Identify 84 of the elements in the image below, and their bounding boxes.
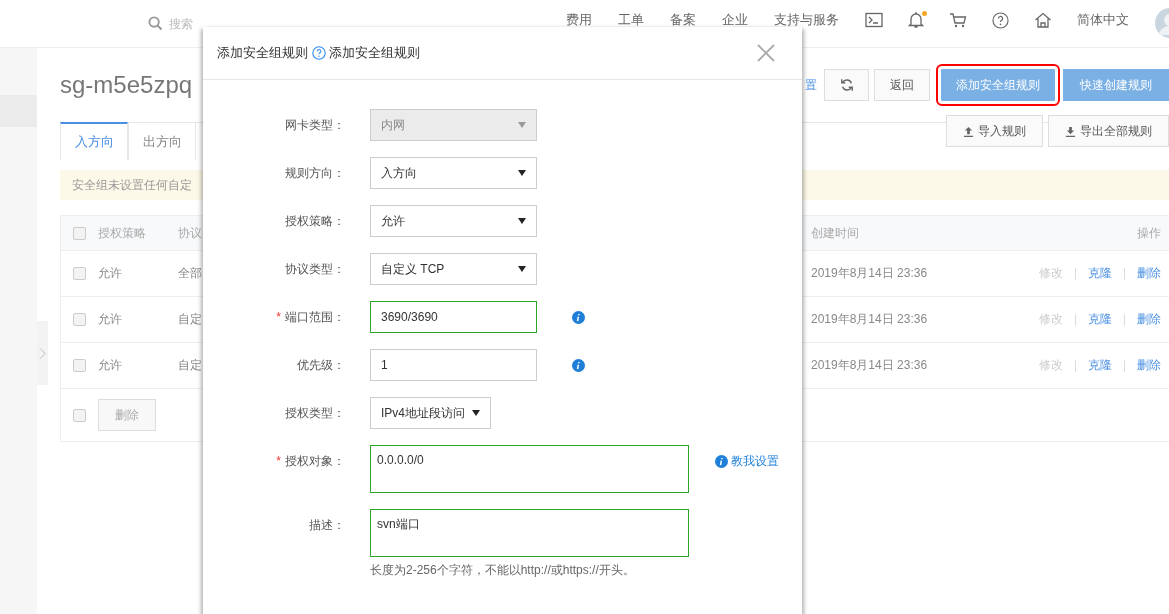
action-link[interactable]: 删除: [1137, 357, 1161, 374]
caret-icon: [518, 122, 526, 128]
table-cell-text: 自定: [178, 357, 203, 374]
refresh-button[interactable]: [824, 69, 869, 101]
field-label: 端口范围：: [285, 308, 345, 326]
checkbox[interactable]: [73, 313, 86, 326]
download-icon: [1065, 125, 1076, 137]
help-icon[interactable]: [992, 11, 1009, 29]
field-label: 描述：: [309, 516, 345, 534]
refresh-icon: [839, 78, 854, 92]
nav-link[interactable]: 备案: [670, 13, 696, 27]
language-link[interactable]: 简体中文: [1077, 13, 1129, 27]
caret-icon: [518, 170, 526, 176]
cart-icon[interactable]: [949, 12, 967, 28]
nav-link[interactable]: 费用: [566, 13, 592, 27]
caret-icon: [472, 410, 480, 416]
checkbox[interactable]: [73, 408, 86, 422]
column-header: 协议: [178, 224, 203, 242]
field-hint: 长度为2-256个字符，不能以http://或https://开头。: [370, 562, 636, 579]
bell-icon[interactable]: [908, 11, 924, 29]
input-field[interactable]: 3690/3690: [370, 301, 537, 333]
search-icon[interactable]: [148, 16, 163, 31]
select-field[interactable]: IPv4地址段访问: [370, 397, 491, 429]
field-label: 网卡类型：: [285, 116, 345, 134]
help-link[interactable]: 教我设置: [715, 453, 779, 470]
column-header: 授权策略: [98, 224, 147, 242]
table-cell-text: 自定: [178, 311, 203, 328]
table-cell-text: 允许: [98, 357, 123, 374]
page-title: sg-m5e5zpq: [60, 71, 193, 99]
field-label: 授权策略：: [285, 212, 345, 230]
select-field[interactable]: 入方向: [370, 157, 537, 189]
help-link-text[interactable]: 教我设置: [731, 453, 779, 470]
table-cell-text: 2019年8月14日 23:36: [811, 265, 929, 282]
column-header: 创建时间: [811, 224, 860, 242]
table-cell-text: 2019年8月14日 23:36: [811, 311, 929, 328]
checkbox[interactable]: [73, 226, 86, 240]
chevron-right-icon: [39, 346, 46, 360]
nav-link[interactable]: 企业: [722, 13, 748, 27]
field-label: 规则方向：: [285, 164, 345, 182]
direction-tab[interactable]: 入方向: [60, 122, 128, 160]
select-field[interactable]: 允许: [370, 205, 537, 237]
direction-tab[interactable]: 出方向: [128, 122, 196, 160]
nav-link[interactable]: 支持与服务: [774, 13, 839, 27]
field-label: 协议类型：: [285, 260, 345, 278]
action-link[interactable]: 克隆: [1088, 265, 1112, 282]
import-button[interactable]: 导入规则: [946, 115, 1043, 147]
help-icon[interactable]: [312, 46, 326, 60]
action-link[interactable]: 删除: [1137, 311, 1161, 328]
table-cell-text: 2019年8月14日 23:36: [811, 357, 929, 374]
home-icon[interactable]: [1034, 12, 1052, 28]
close-icon[interactable]: [757, 44, 775, 62]
action-link[interactable]: 克隆: [1088, 357, 1112, 374]
action-link[interactable]: 克隆: [1088, 311, 1112, 328]
required-mark: *: [276, 310, 281, 324]
export-button[interactable]: 导出全部规则: [1048, 115, 1169, 147]
field-label: 优先级：: [297, 356, 345, 374]
info-icon: [715, 455, 728, 468]
info-icon[interactable]: [572, 310, 585, 324]
nav-link[interactable]: 工单: [618, 13, 644, 27]
caret-icon: [518, 266, 526, 272]
caret-icon: [518, 218, 526, 224]
sidebar-toggle[interactable]: [37, 321, 48, 385]
input-field[interactable]: 1: [370, 349, 537, 381]
upload-icon: [963, 125, 974, 137]
select-field[interactable]: 自定义 TCP: [370, 253, 537, 285]
settings-link[interactable]: 置: [805, 76, 817, 94]
table-cell-text: 允许: [98, 265, 123, 282]
help-text[interactable]: 添加安全组规则: [329, 44, 420, 62]
checkbox[interactable]: [73, 359, 86, 372]
table-cell-text: 允许: [98, 311, 123, 328]
column-header: 操作: [1136, 224, 1162, 242]
required-mark: *: [276, 454, 281, 468]
info-icon[interactable]: [572, 358, 585, 372]
back-button[interactable]: 返回: [874, 69, 930, 101]
field-label: 授权对象：: [285, 452, 345, 470]
field-label: 授权类型：: [285, 404, 345, 422]
notice-text: 安全组未设置任何自定: [72, 176, 192, 194]
text-area[interactable]: 0.0.0.0/0: [370, 445, 689, 493]
action-link[interactable]: 删除: [1137, 265, 1161, 282]
table-cell-text: 全部: [178, 265, 203, 282]
terminal-icon[interactable]: [865, 12, 883, 28]
text-area[interactable]: svn端口: [370, 509, 689, 557]
dialog-title: 添加安全组规则: [217, 44, 308, 62]
checkbox[interactable]: [73, 267, 86, 280]
